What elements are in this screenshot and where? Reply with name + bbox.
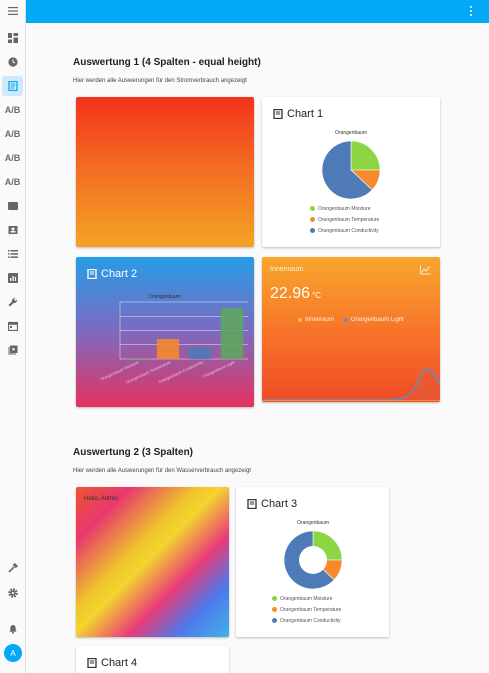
ab-icon[interactable]: A/B bbox=[2, 172, 23, 192]
calendar-icon[interactable] bbox=[2, 316, 23, 336]
hello-card: Hello, Admin bbox=[76, 487, 229, 637]
avatar[interactable]: A bbox=[4, 644, 22, 662]
bar[interactable] bbox=[124, 357, 148, 359]
card-title: Chart 3 bbox=[247, 498, 297, 510]
card-title: Chart 4 bbox=[87, 657, 137, 669]
gear-icon[interactable] bbox=[2, 583, 23, 603]
receipt-icon bbox=[273, 109, 283, 119]
card-title: Chart 1 bbox=[273, 108, 323, 120]
chart2-bar: OrangenbaumOrangenbaum MoistureOrangenba… bbox=[99, 294, 248, 385]
gauge-legend: Innenraum Orangenbaum Light bbox=[262, 317, 440, 323]
card-title: Chart 2 bbox=[87, 268, 137, 280]
section-title: Auswertung 1 (4 Spalten - equal height) bbox=[73, 57, 261, 68]
chart3-legend: Orangenbaum Moisture Orangenbaum Temperat… bbox=[272, 593, 341, 626]
legend-item[interactable]: Orangenbaum Conductivity bbox=[310, 225, 379, 236]
chart-title: Orangenbaum bbox=[297, 520, 329, 526]
wrench-icon[interactable] bbox=[2, 292, 23, 312]
menu-icon[interactable] bbox=[2, 1, 23, 21]
chart1-title: Chart 1 bbox=[287, 108, 324, 120]
top-app-bar bbox=[26, 0, 489, 23]
chart3-card: Chart 3 Orangenbaum Orangenbaum Moisture… bbox=[236, 487, 389, 637]
section-subtitle: Hier werden alle Auswerungen für den Str… bbox=[73, 78, 247, 84]
dashboard-view: Auswertung 1 (4 Spalten - equal height) … bbox=[26, 23, 489, 673]
legend-item[interactable]: Orangenbaum Moisture bbox=[310, 203, 379, 214]
hello-text: Hello, Admin bbox=[84, 496, 118, 502]
clock-icon[interactable] bbox=[2, 52, 23, 72]
chart3-title: Chart 3 bbox=[261, 498, 298, 510]
contact-icon[interactable] bbox=[2, 220, 23, 240]
x-tick-label: Orangenbaum Light bbox=[201, 359, 236, 379]
receipt-icon bbox=[247, 499, 257, 509]
chart-icon[interactable] bbox=[2, 268, 23, 288]
ab-icon[interactable]: A/B bbox=[2, 148, 23, 168]
ab-icon[interactable]: A/B bbox=[2, 124, 23, 144]
bar[interactable] bbox=[188, 347, 212, 359]
chart3-donut: Orangenbaum bbox=[283, 520, 343, 590]
list-icon[interactable] bbox=[2, 244, 23, 264]
gauge-unit: °C bbox=[312, 291, 322, 300]
chart4-title: Chart 4 bbox=[101, 657, 138, 669]
chart1-pie: Orangenbaum bbox=[321, 130, 381, 200]
sidebar: A/B A/B A/B A/B A bbox=[0, 0, 26, 673]
receipt-icon[interactable] bbox=[2, 76, 23, 96]
legend-item[interactable]: Orangenbaum Conductivity bbox=[272, 615, 341, 626]
chart2-card: Chart 2 Orangenbaum Orangenbaum Moisture O… bbox=[76, 257, 254, 407]
bell-icon[interactable] bbox=[2, 619, 23, 639]
sparkline bbox=[262, 367, 440, 402]
play-icon[interactable] bbox=[2, 340, 23, 360]
chart1-legend: Orangenbaum Moisture Orangenbaum Temperat… bbox=[310, 203, 379, 236]
chart1-card: Chart 1 Orangenbaum Orangenbaum Moisture… bbox=[262, 97, 440, 247]
chart-title: Orangenbaum bbox=[335, 130, 367, 136]
legend-item[interactable]: Orangenbaum Temperature bbox=[310, 214, 379, 225]
more-vert-icon[interactable] bbox=[465, 4, 477, 18]
gauge-legend-item: Orangenbaum Light bbox=[343, 317, 404, 323]
trend-icon bbox=[420, 265, 431, 275]
ab-icon[interactable]: A/B bbox=[2, 100, 23, 120]
bar[interactable] bbox=[220, 308, 244, 359]
receipt-icon bbox=[87, 269, 97, 279]
chart4-card: Chart 4 bbox=[76, 646, 229, 673]
gauge-title: Innenraum bbox=[270, 266, 304, 273]
dashboard-icon[interactable] bbox=[2, 28, 23, 48]
chart2-title: Chart 2 bbox=[101, 268, 138, 280]
rectangle-icon[interactable] bbox=[2, 196, 23, 216]
gauge-value-row: 22.96 °C bbox=[270, 285, 321, 303]
gauge-card: Innenraum 22.96 °C Innenraum Orangenbaum … bbox=[262, 257, 440, 402]
bar[interactable] bbox=[156, 339, 180, 359]
legend-item[interactable]: Orangenbaum Moisture bbox=[272, 593, 341, 604]
gauge-value: 22.96 bbox=[270, 285, 311, 302]
gradient-card bbox=[76, 97, 254, 247]
donut-hole bbox=[299, 546, 327, 574]
gauge-legend-item: Innenraum bbox=[298, 317, 334, 323]
pie-slice[interactable] bbox=[350, 140, 381, 171]
section-title: Auswertung 2 (3 Spalten) bbox=[73, 447, 194, 458]
section-subtitle: Hier werden alle Auswerungen für den Was… bbox=[73, 468, 251, 474]
legend-item[interactable]: Orangenbaum Temperature bbox=[272, 604, 341, 615]
hammer-icon[interactable] bbox=[2, 558, 23, 578]
receipt-icon bbox=[87, 658, 97, 668]
chart-title: Orangenbaum bbox=[149, 294, 181, 300]
